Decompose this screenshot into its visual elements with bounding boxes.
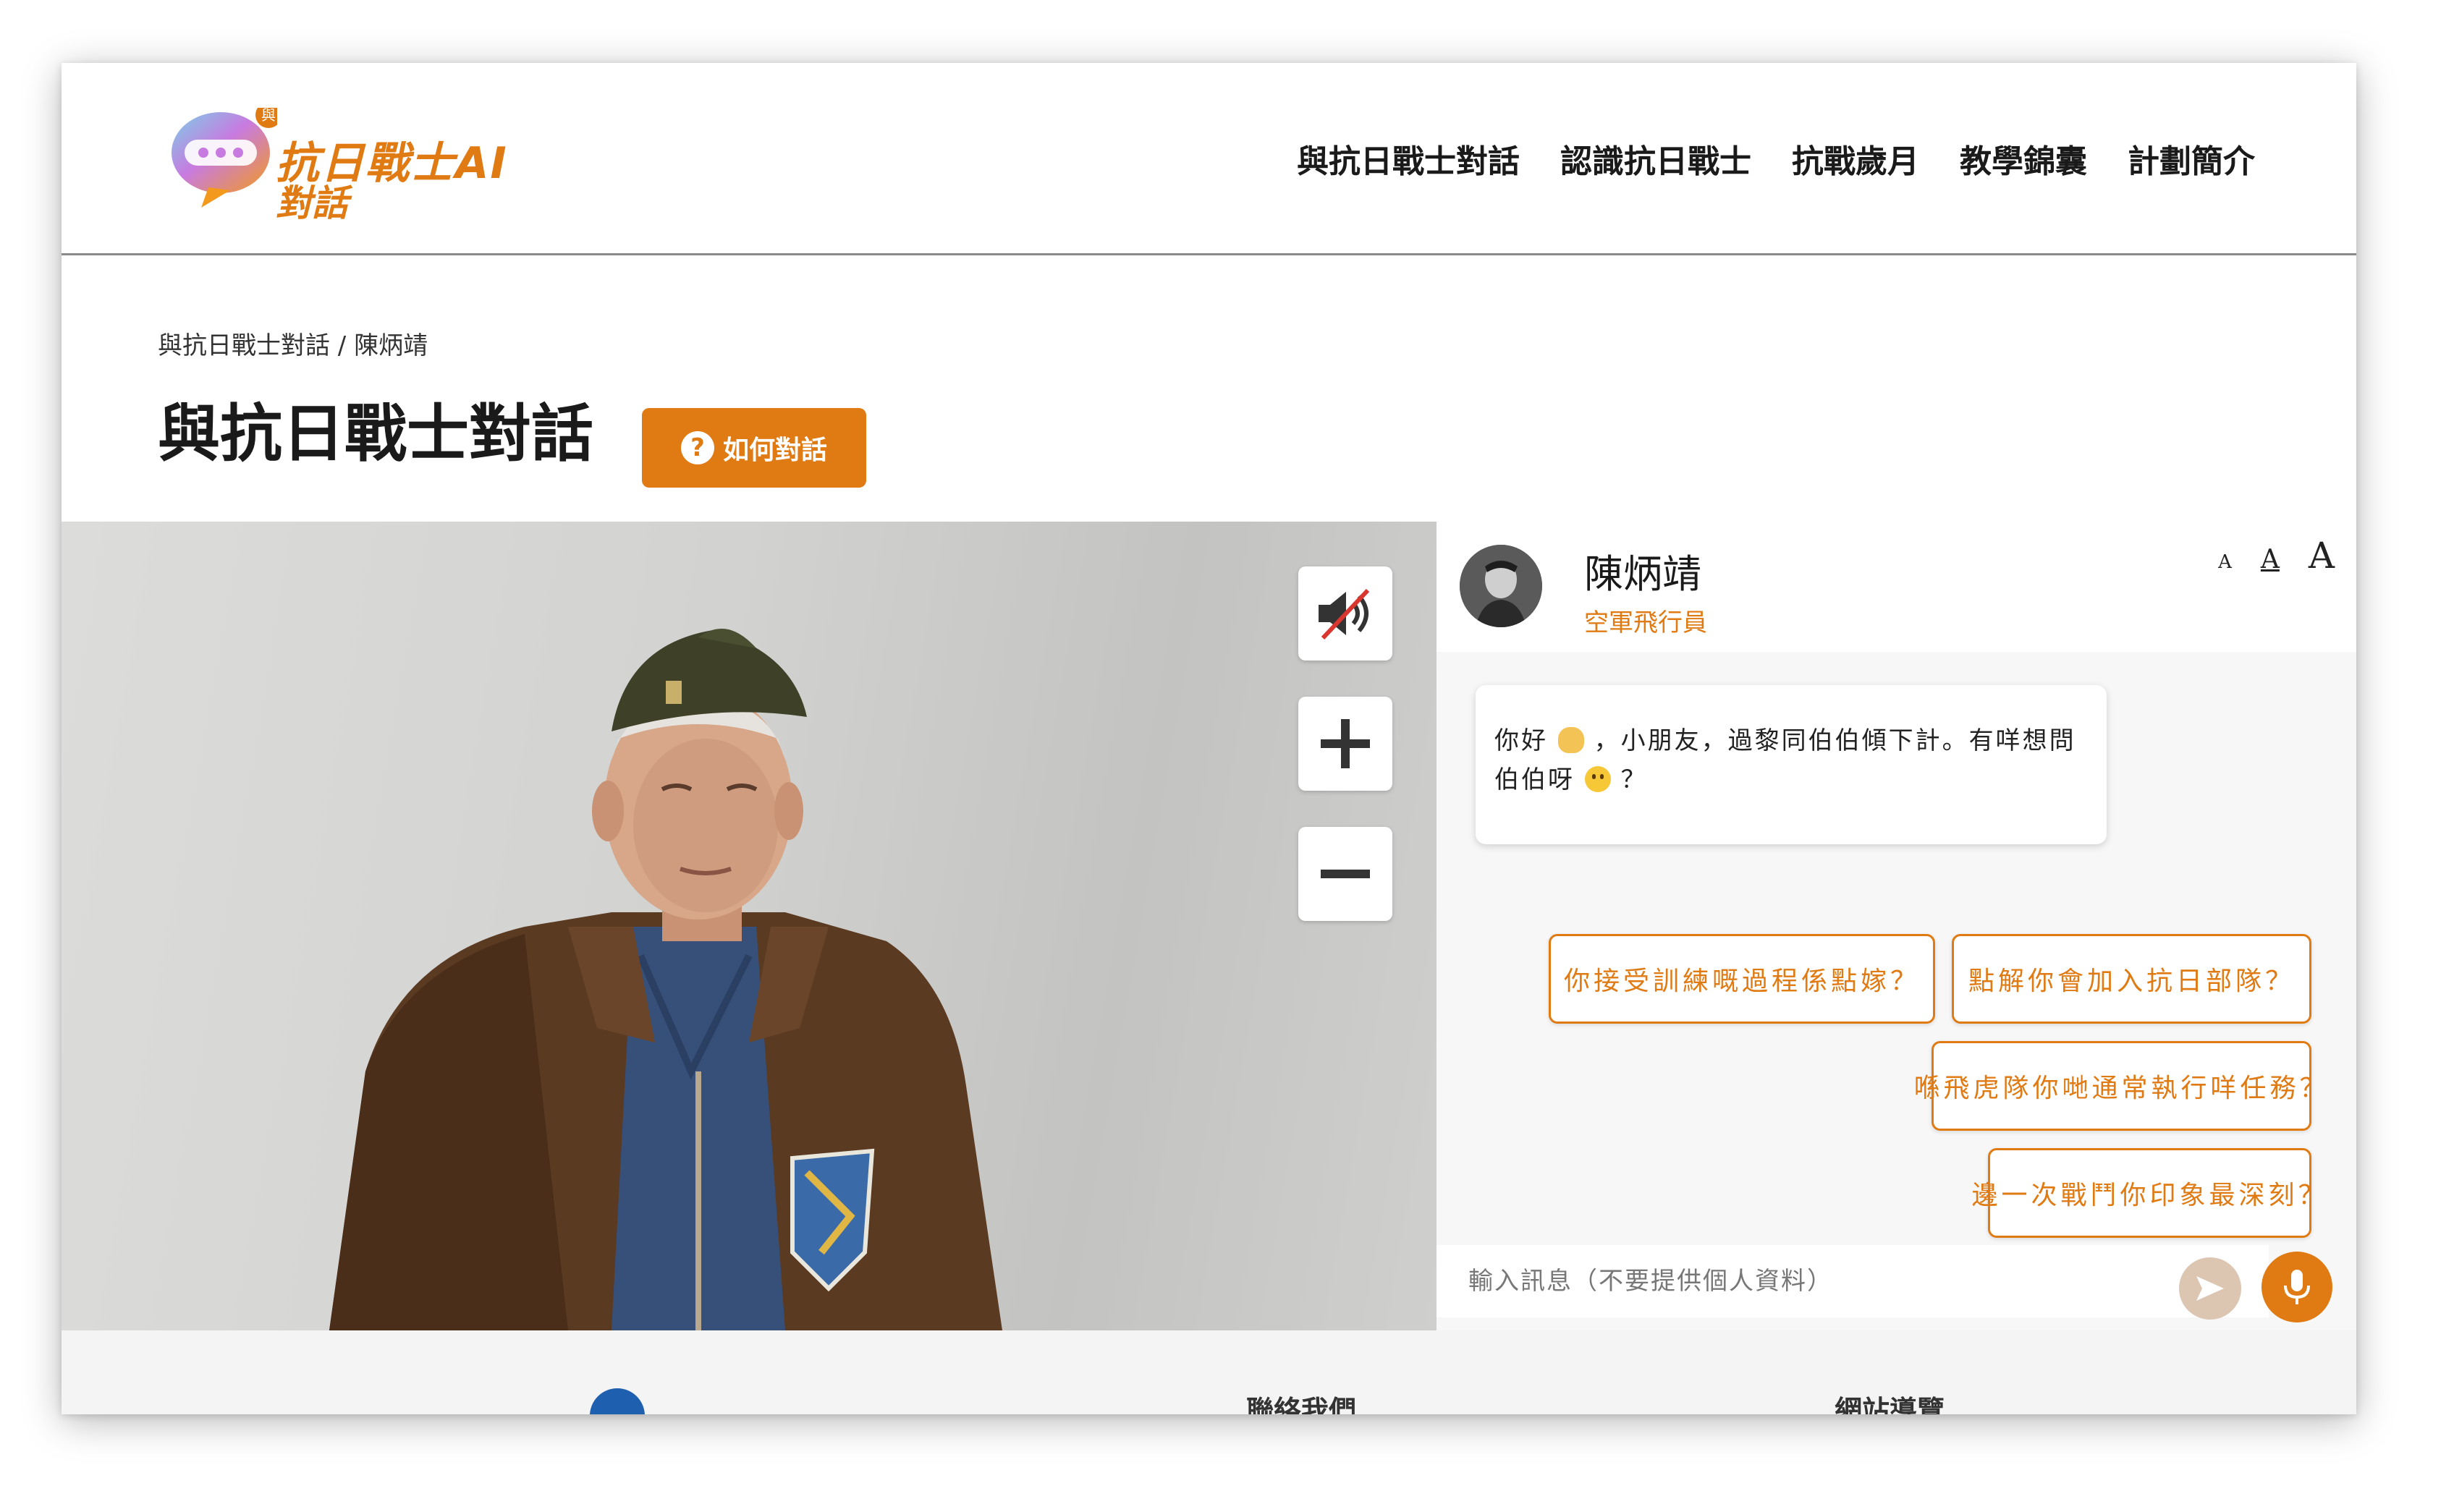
site-logo[interactable]: 與 抗日戰士AI 對話	[169, 101, 516, 224]
how-to-chat-label: 如何對話	[722, 436, 827, 465]
chat-header: 陳炳靖 空軍飛行員 A A A	[1437, 522, 2356, 652]
footer-sitemap-heading: 網站導覽	[1835, 1395, 1945, 1414]
send-arrow-icon	[2196, 1276, 2224, 1301]
browser-page: 與 抗日戰士AI 對話 與抗日戰士對話 認識抗日戰士 抗戰歲月 教學錦囊 計劃簡…	[62, 63, 2356, 1414]
chat-input-bar	[1437, 1245, 2269, 1317]
speaker-muted-icon	[1319, 588, 1370, 640]
footer-logo	[590, 1388, 645, 1414]
chat-message-input[interactable]	[1437, 1245, 2153, 1317]
profile-avatar	[1460, 545, 1542, 627]
smiley-icon	[1584, 766, 1611, 792]
zoom-out-button[interactable]	[1298, 827, 1392, 921]
avatar-viewport[interactable]	[62, 522, 1437, 1330]
waving-hand-icon	[1557, 727, 1584, 753]
font-size-small-button[interactable]: A	[2218, 551, 2232, 573]
site-footer: 聯絡我們 網站導覽	[62, 1330, 2356, 1414]
send-button[interactable]	[2179, 1257, 2241, 1320]
suggestion-button[interactable]: 你接受訓練嘅過程係點嫁？	[1549, 934, 1935, 1024]
site-header: 與 抗日戰士AI 對話 與抗日戰士對話 認識抗日戰士 抗戰歲月 教學錦囊 計劃簡…	[62, 63, 2356, 255]
main-nav: 與抗日戰士對話 認識抗日戰士 抗戰歲月 教學錦囊 計劃簡介	[1297, 135, 2255, 182]
minus-icon	[1321, 870, 1370, 878]
microphone-button[interactable]	[2262, 1252, 2332, 1322]
mute-button[interactable]	[1298, 566, 1392, 661]
profile-name: 陳炳靖	[1584, 551, 1701, 597]
suggestion-button[interactable]: 喺飛虎隊你哋通常執行咩任務？	[1914, 1041, 2326, 1131]
nav-item-about[interactable]: 計劃簡介	[2128, 135, 2255, 182]
zoom-in-button[interactable]	[1298, 697, 1392, 791]
font-size-medium-button[interactable]: A	[2261, 545, 2280, 574]
nav-item-chat[interactable]: 與抗日戰士對話	[1297, 135, 1520, 182]
question-icon: ?	[680, 431, 714, 464]
font-size-control: A A A	[2218, 535, 2335, 577]
page-title: 與抗日戰士對話	[158, 398, 593, 470]
breadcrumb[interactable]: 與抗日戰士對話 / 陳炳靖	[158, 326, 428, 361]
microphone-icon	[2284, 1270, 2310, 1304]
chat-bubble-logo-icon: 與	[172, 108, 277, 208]
profile-role: 空軍飛行員	[1584, 608, 1707, 637]
bot-message: 你好 ，小朋友，過黎同伯伯傾下計。有咩想問伯伯呀 ？	[1476, 685, 2107, 844]
bot-message-text-1: 你好	[1494, 726, 1548, 755]
suggestion-button[interactable]: 點解你會加入抗日部隊？	[1952, 934, 2311, 1024]
plus-icon	[1321, 719, 1370, 768]
footer-contact-heading: 聯絡我們	[1246, 1395, 1357, 1414]
chat-panel: 陳炳靖 空軍飛行員 A A A 你好 ，小朋友，過黎同伯伯傾下計。有咩想問伯伯呀…	[1437, 522, 2356, 1330]
bot-message-text-3: ？	[1620, 765, 1648, 794]
font-size-large-button[interactable]: A	[2309, 535, 2335, 577]
logo-text-line2: 對話	[276, 182, 348, 224]
logo-badge: 與	[261, 108, 276, 124]
nav-item-teaching[interactable]: 教學錦囊	[1960, 135, 2087, 182]
nav-item-war-years[interactable]: 抗戰歲月	[1792, 135, 1919, 182]
suggestion-button[interactable]: 邊一次戰鬥你印象最深刻？	[1972, 1148, 2324, 1238]
how-to-chat-button[interactable]: ? 如何對話	[642, 408, 866, 488]
nav-item-soldiers[interactable]: 認識抗日戰士	[1560, 135, 1751, 182]
veteran-avatar-image	[329, 629, 1002, 1330]
